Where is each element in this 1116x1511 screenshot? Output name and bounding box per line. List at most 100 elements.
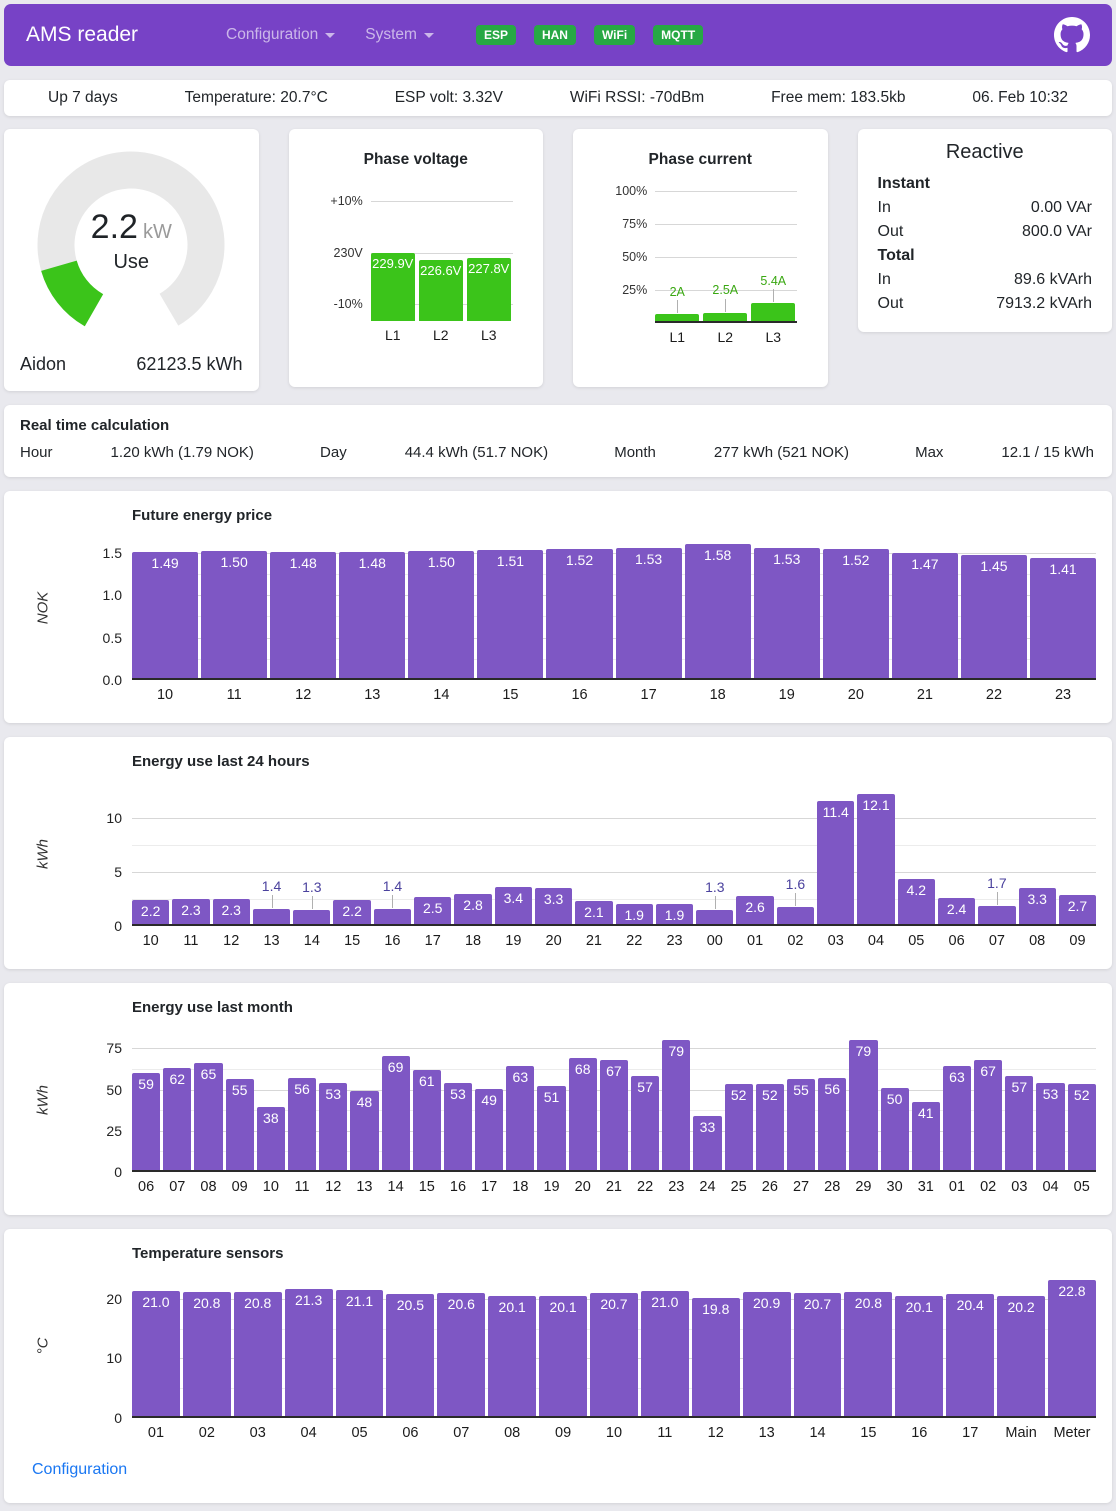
y-tick-label: 5 (114, 864, 122, 880)
y-tick-label: 0.5 (103, 630, 122, 646)
realtime-day-label: Day (320, 444, 347, 461)
bar: 22.8 (1048, 1280, 1096, 1416)
bar: 20.7 (794, 1293, 842, 1416)
bar-value-label: 1.58 (681, 547, 755, 563)
bar: 20.9 (743, 1292, 791, 1417)
bar-value-label: 1.52 (542, 552, 616, 568)
x-tick-label: L2 (703, 329, 747, 345)
x-tick-label: 03 (234, 1425, 282, 1441)
gauge-label: Use (113, 251, 149, 274)
bar-slot: 20.7 (794, 1278, 842, 1416)
x-tick-labels: 1011121314151617181920212223 (132, 687, 1096, 703)
power-gauge-card: 2.2kW Use Aidon 62123.5 kWh (4, 129, 259, 391)
bar-slot: 67 (974, 1032, 1002, 1170)
x-tick-label: 31 (912, 1179, 940, 1195)
bar-slot: 20.8 (844, 1278, 892, 1416)
x-tick-label: Meter (1048, 1425, 1096, 1441)
bar: 3.3 (535, 888, 572, 924)
x-tick-label: 15 (844, 1425, 892, 1441)
row-label: Out (878, 220, 904, 244)
bar-slot: 227.8V (467, 191, 511, 321)
bar-value-label: 50 (877, 1091, 913, 1107)
reactive-instant-in-row: In 0.00 VAr (878, 196, 1093, 220)
bar-value-label: 21.3 (281, 1292, 337, 1308)
bar-value-label: 1.48 (335, 555, 409, 571)
meter-total-kwh: 62123.5 kWh (136, 354, 242, 375)
chart-grid: 100%75%50%25%2A2.5A5.4AL1L2L3 (603, 191, 797, 345)
y-tick-label: 0.0 (103, 672, 122, 688)
x-tick-label: 18 (454, 933, 491, 949)
bar-slot: 53 (319, 1032, 347, 1170)
y-tick-label: 50 (106, 1082, 122, 1098)
bar-slot: 2.5 (414, 786, 451, 924)
bar-slot: 5.4A (751, 191, 795, 321)
bars-row: 2A2.5A5.4A (655, 191, 797, 321)
bar-value-label: 1.45 (957, 558, 1031, 574)
bar-slot: 20.7 (590, 1278, 638, 1416)
energy-month-card: Energy use last month kWh755025059626555… (4, 983, 1112, 1215)
x-tick-label: 20 (569, 1179, 597, 1195)
x-tick-label: 13 (743, 1425, 791, 1441)
bar-slot: 1.53 (616, 540, 682, 678)
bar-value-label: 1.4 (366, 879, 419, 893)
bar-slot: 2.4 (938, 786, 975, 924)
bar-value-label: 1.50 (404, 554, 478, 570)
x-tick-label: L3 (467, 327, 511, 343)
bar: 3.4 (495, 887, 532, 924)
bar-value-label: 1.49 (128, 555, 202, 571)
x-tick-label: 04 (857, 933, 894, 949)
bar-value-label: 22.8 (1044, 1283, 1100, 1299)
x-tick-label: 14 (293, 933, 330, 949)
x-tick-label: 03 (817, 933, 854, 949)
bar: 20.7 (590, 1293, 638, 1416)
y-tick-labels: +10%230V-10% (319, 191, 363, 321)
x-tick-label: 02 (974, 1179, 1002, 1195)
nav-system-dropdown[interactable]: System (365, 26, 434, 44)
configuration-link[interactable]: Configuration (32, 1461, 127, 1479)
row-label: Out (878, 292, 904, 316)
bar-value-label: 227.8V (463, 261, 515, 276)
bar-value-label: 20.6 (433, 1296, 489, 1312)
bar-slot: 20.4 (946, 1278, 994, 1416)
x-tick-label: L1 (655, 329, 699, 345)
y-tick-label: 1.5 (103, 545, 122, 561)
future-energy-price-title: Future energy price (132, 507, 1096, 524)
bar-value-label: 20.7 (586, 1296, 642, 1312)
x-tick-label: 16 (374, 933, 411, 949)
bar-slot: 229.9V (371, 191, 415, 321)
github-link[interactable] (1054, 17, 1090, 53)
bar: 20.8 (183, 1292, 231, 1416)
bar-value-label: 1.3 (688, 880, 741, 894)
x-tick-label: 01 (132, 1425, 180, 1441)
x-tick-label: 10 (257, 1179, 285, 1195)
bar (293, 910, 330, 924)
bar-value-label: 226.6V (415, 263, 467, 278)
bar: 55 (787, 1079, 815, 1170)
y-axis-title: kWh (20, 1032, 66, 1195)
x-tick-label: 23 (662, 1179, 690, 1195)
bar: 1.48 (270, 552, 336, 678)
nav-configuration-dropdown[interactable]: Configuration (226, 26, 335, 44)
bar (703, 313, 747, 321)
leader-line (795, 893, 796, 906)
x-tick-label: 22 (631, 1179, 659, 1195)
x-tick-label: 19 (537, 1179, 565, 1195)
bar-value-label: 19.8 (688, 1301, 744, 1317)
x-tick-label: 23 (656, 933, 693, 949)
bar-value-label: 2.3 (209, 902, 254, 918)
bar-value-label: 12.1 (853, 797, 898, 813)
bar-slot: 4.2 (898, 786, 935, 924)
x-tick-label: L3 (751, 329, 795, 345)
bar (978, 906, 1015, 924)
bar-slot: 1.53 (754, 540, 820, 678)
y-axis-title-text: kWh (35, 1085, 52, 1115)
bar-slot: 63 (506, 1032, 534, 1170)
y-tick-label: 1.0 (103, 587, 122, 603)
chart-grid: kWh10502.22.32.31.41.32.21.42.52.83.43.3… (20, 786, 1096, 949)
bar-slot: 20.9 (743, 1278, 791, 1416)
x-tick-label: 21 (600, 1179, 628, 1195)
x-tick-label: 28 (818, 1179, 846, 1195)
bar: 227.8V (467, 258, 511, 321)
energy-month-chart: kWh7550250596265553856534869615349635168… (20, 1032, 1096, 1195)
chart-grid: °C2010021.020.820.821.321.120.520.620.12… (20, 1278, 1096, 1441)
